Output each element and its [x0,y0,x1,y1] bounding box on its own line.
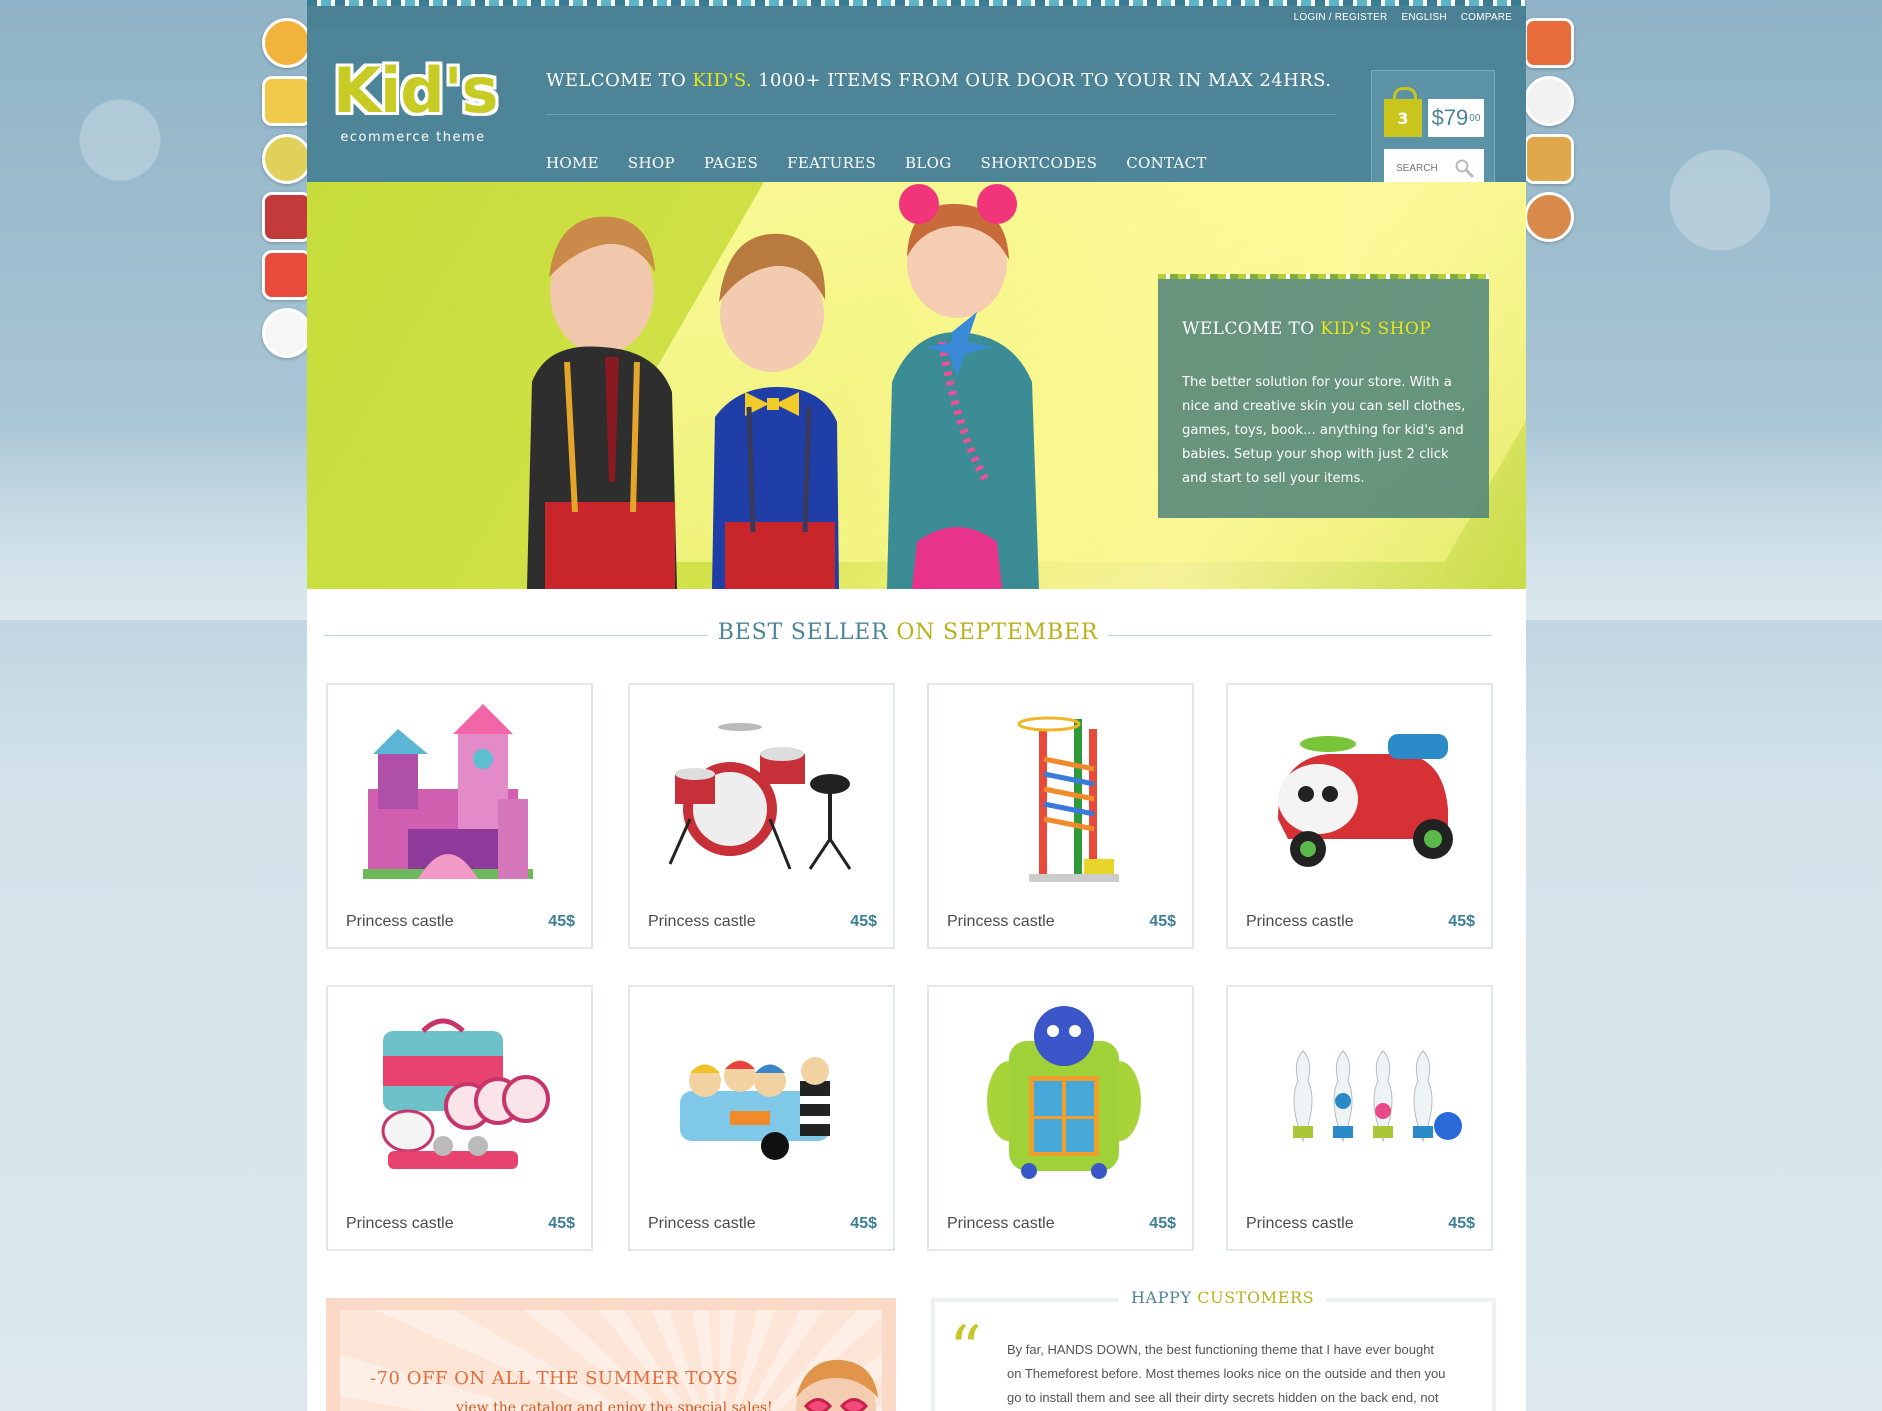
robot-sticker-icon [1524,134,1574,184]
shopping-bag-icon[interactable]: 3 [1384,87,1422,137]
quote-icon: “ [949,1313,982,1387]
welcome-suffix: 1000+ ITEMS FROM OUR DOOR TO YOUR IN MAX… [752,70,1332,91]
product-card[interactable]: Princess castle 45$ [628,683,895,949]
promo-banner[interactable]: -70 OFF ON ALL THE SUMMER TOYS view the … [326,1298,896,1411]
gift-sticker-icon [262,250,312,300]
hero-card-text: The better solution for your store. With… [1182,375,1466,486]
books-sticker-icon [262,192,312,242]
bestseller-title-highlight: ON SEPTEMBER [896,620,1099,645]
product-name: Princess castle [346,1215,454,1232]
testimonial-title-prefix: HAPPY [1131,1288,1198,1307]
search-input[interactable] [1394,161,1458,175]
cart-count: 3 [1397,108,1409,128]
bestseller-title-prefix: BEST SELLER [717,620,897,645]
cart-total-cents: 00 [1469,112,1481,124]
nav-item-home[interactable]: HOME [546,154,599,172]
product-card[interactable]: Princess castle 45$ [927,683,1194,949]
nav-item-shortcodes[interactable]: SHORTCODES [981,154,1098,172]
ride-on-car-icon [1278,734,1453,867]
product-name: Princess castle [648,1215,756,1232]
promo-title: -70 OFF ON ALL THE SUMMER TOYS [370,1368,739,1389]
product-price: 45$ [1149,1215,1176,1232]
hero-title-brand: KID'S SHOP [1320,319,1432,339]
product-card[interactable]: Princess castle 45$ [927,985,1194,1251]
testimonial-box: HAPPY CUSTOMERS “ By far, HANDS DOWN, th… [931,1288,1496,1411]
right-decoration [1524,10,1584,250]
product-card[interactable]: Princess castle 45$ [628,985,895,1251]
pirate-boat-icon [680,1057,830,1160]
welcome-prefix: WELCOME TO [546,70,693,91]
product-price: 45$ [1149,913,1176,930]
logo-word: Kid's [333,54,499,127]
welcome-brand: KID'S. [692,70,753,91]
nav-item-pages[interactable]: PAGES [704,154,758,172]
cart-total-main: $79 [1431,105,1469,130]
product-price: 45$ [850,1215,877,1232]
welcome-tagline: WELCOME TO KID'S. 1000+ ITEMS FROM OUR D… [546,70,1331,91]
tea-set-icon [381,1018,550,1169]
rocket-sticker-icon [1524,18,1574,68]
pencil-sticker-icon [262,76,312,126]
zebra-sticker-icon [1524,76,1574,126]
product-price: 45$ [548,1215,575,1232]
product-name: Princess castle [1246,913,1354,930]
nav-divider [546,114,1336,115]
product-price: 45$ [1448,1215,1475,1232]
hero-banner: WELCOME TO KID'S SHOP The better solutio… [307,182,1526,589]
nav-item-blog[interactable]: BLOG [905,154,951,172]
product-price: 45$ [548,913,575,930]
drum-kit-icon [668,723,852,870]
gingerbread-sticker-icon [1524,192,1574,242]
hero-welcome-card: WELCOME TO KID'S SHOP The better solutio… [1158,274,1489,518]
egg-sticker-icon [262,134,312,184]
nav-item-shop[interactable]: SHOP [628,154,675,172]
moon-sticker-icon [262,308,312,358]
puzzle-toy-icon [987,1006,1141,1179]
bestseller-heading: BEST SELLER ON SEPTEMBER [324,620,1492,645]
product-card[interactable]: Princess castle 45$ [326,683,593,949]
header: Kid's ecommerce theme WELCOME TO KID'S. … [307,28,1526,196]
bestseller-title: BEST SELLER ON SEPTEMBER [707,620,1109,645]
product-name: Princess castle [1246,1215,1354,1232]
logo[interactable]: Kid's ecommerce theme [333,54,499,146]
nav-item-contact[interactable]: CONTACT [1126,154,1207,172]
promo-subtitle: view the catalog and enjoy the special s… [456,1400,773,1411]
product-name: Princess castle [346,913,454,930]
product-card[interactable]: Princess castle 45$ [1226,985,1493,1251]
product-card[interactable]: Princess castle 45$ [1226,683,1493,949]
testimonial-text: By far, HANDS DOWN, the best functioning… [1007,1342,1446,1405]
main-nav: HOME SHOP PAGES FEATURES BLOG SHORTCODES… [546,154,1236,172]
bowling-set-icon [1293,1050,1462,1143]
site-container: LOGIN / REGISTER ENGLISH COMPARE Kid's e… [307,0,1526,1411]
product-price: 45$ [1448,913,1475,930]
hero-card-title: WELCOME TO KID'S SHOP [1182,319,1431,339]
search-icon[interactable] [1454,158,1474,178]
product-name: Princess castle [648,913,756,930]
nav-item-features[interactable]: FEATURES [787,154,876,172]
marble-run-icon [1017,716,1119,882]
language-link[interactable]: ENGLISH [1401,12,1446,23]
product-name: Princess castle [947,913,1055,930]
star-sticker-icon [262,18,312,68]
testimonial-title-highlight: CUSTOMERS [1197,1288,1315,1307]
utility-bar: LOGIN / REGISTER ENGLISH COMPARE [307,6,1526,28]
testimonial-title: HAPPY CUSTOMERS [1119,1288,1327,1307]
castle-toy-icon [363,704,533,879]
girl-with-sunglasses-image [796,1359,878,1411]
product-card[interactable]: Princess castle 45$ [326,985,593,1251]
hero-title-prefix: WELCOME TO [1182,319,1321,339]
cart-total[interactable]: $79 00 [1428,99,1484,137]
product-price: 45$ [850,913,877,930]
cart-widget: 3 $79 00 [1371,70,1495,196]
logo-subtitle: ecommerce theme [340,130,486,145]
login-register-link[interactable]: LOGIN / REGISTER [1294,12,1388,23]
product-name: Princess castle [947,1215,1055,1232]
compare-link[interactable]: COMPARE [1461,12,1512,23]
